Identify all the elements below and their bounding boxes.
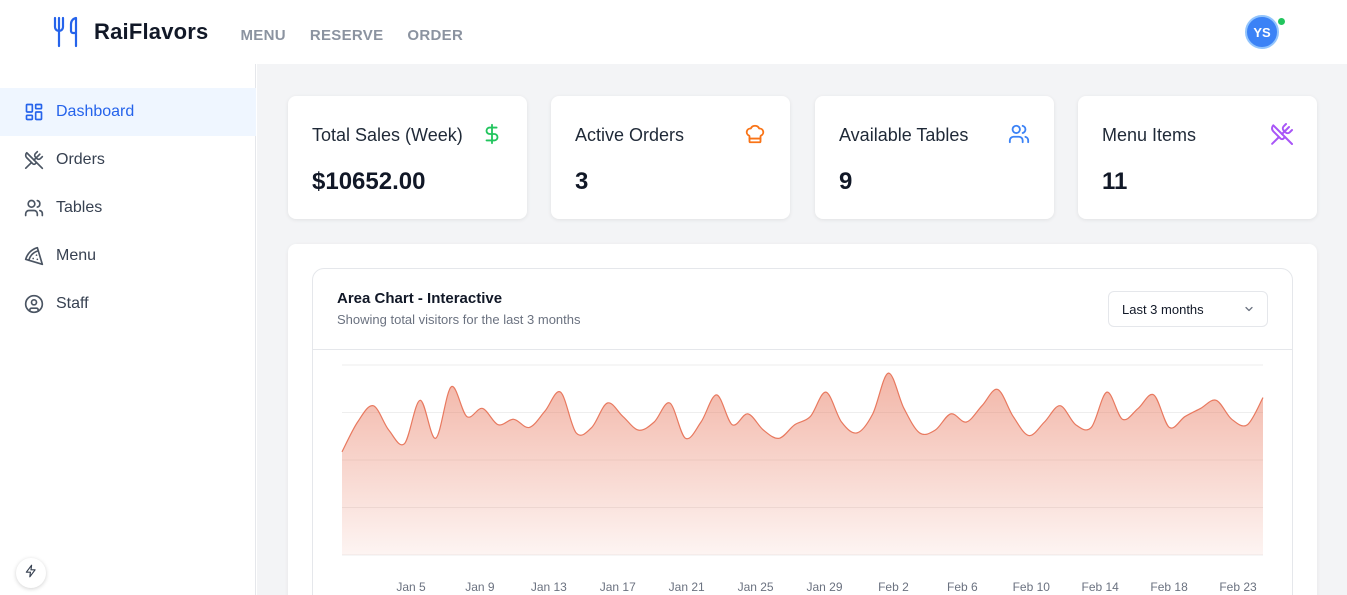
utensils-crossed-icon	[1270, 122, 1294, 146]
time-range-select[interactable]: Last 3 months	[1108, 291, 1268, 327]
chart-header: Area Chart - Interactive Showing total v…	[313, 269, 1292, 350]
sidebar-item-label: Tables	[56, 199, 103, 216]
top-nav: MENU RESERVE ORDER	[241, 21, 464, 44]
sidebar-item-tables[interactable]: Tables	[0, 184, 256, 232]
series-area	[342, 373, 1263, 555]
x-tick-label: Jan 9	[465, 580, 495, 594]
area-chart[interactable]: Jan 5 Jan 9 Jan 13 Jan 17 Jan 21 Jan 25 Jan 29…	[313, 351, 1292, 595]
stat-value: 9	[839, 168, 853, 195]
nav-order[interactable]: ORDER	[407, 27, 463, 44]
lightning-icon	[24, 563, 38, 584]
x-tick-label: Jan 17	[600, 580, 636, 594]
dollar-icon	[480, 122, 504, 146]
chart-panel: Area Chart - Interactive Showing total v…	[288, 244, 1317, 595]
x-tick-label: Feb 18	[1150, 580, 1188, 594]
stat-value: $10652.00	[312, 168, 426, 195]
x-tick-label: Feb 10	[1013, 580, 1051, 594]
brand-name: RaiFlavors	[94, 19, 209, 44]
chevron-down-icon	[1243, 303, 1255, 315]
chart-title: Area Chart - Interactive	[337, 290, 503, 307]
user-circle-icon	[24, 294, 44, 314]
x-tick-label: Feb 23	[1219, 580, 1257, 594]
dev-tools-button[interactable]	[16, 558, 46, 588]
sidebar: Dashboard Orders Tables Menu Staff	[0, 64, 256, 595]
stat-card-menu-items: Menu Items 11	[1078, 96, 1317, 219]
sidebar-item-label: Staff	[56, 295, 89, 312]
top-bar: RaiFlavors MENU RESERVE ORDER	[0, 0, 1347, 64]
area-chart-card: Area Chart - Interactive Showing total v…	[312, 268, 1293, 595]
sidebar-item-staff[interactable]: Staff	[0, 280, 256, 328]
nav-menu[interactable]: MENU	[241, 27, 286, 44]
chef-hat-icon	[743, 122, 767, 146]
x-tick-label: Feb 2	[878, 580, 909, 594]
pizza-icon	[24, 246, 44, 266]
dashboard-icon	[24, 102, 44, 122]
x-tick-label: Feb 14	[1081, 580, 1119, 594]
sidebar-item-label: Menu	[56, 247, 97, 264]
sidebar-item-label: Orders	[56, 151, 105, 168]
sidebar-item-dashboard[interactable]: Dashboard	[0, 88, 256, 136]
users-icon	[24, 198, 44, 218]
user-avatar[interactable]: YS	[1245, 15, 1279, 49]
stat-title: Active Orders	[575, 125, 685, 145]
users-icon	[1007, 122, 1031, 146]
online-status-dot	[1277, 17, 1286, 26]
sidebar-item-orders[interactable]: Orders	[0, 136, 256, 184]
nav-reserve[interactable]: RESERVE	[310, 27, 384, 44]
stat-title: Menu Items	[1102, 125, 1197, 145]
utensils-icon	[52, 16, 82, 48]
stat-card-total-sales: Total Sales (Week) $10652.00	[288, 96, 527, 219]
utensils-crossed-icon	[24, 150, 44, 170]
sidebar-item-label: Dashboard	[56, 103, 135, 120]
main-content: Total Sales (Week) $10652.00 Active Orde…	[257, 64, 1347, 595]
time-range-value: Last 3 months	[1122, 301, 1204, 317]
stat-value: 3	[575, 168, 589, 195]
x-tick-label: Jan 21	[669, 580, 705, 594]
x-tick-label: Jan 29	[806, 580, 842, 594]
stat-card-active-orders: Active Orders 3	[551, 96, 790, 219]
sidebar-item-menu[interactable]: Menu	[0, 232, 256, 280]
chart-subtitle: Showing total visitors for the last 3 mo…	[337, 312, 581, 327]
x-tick-label: Jan 5	[396, 580, 426, 594]
x-tick-label: Jan 25	[738, 580, 774, 594]
stat-title: Total Sales (Week)	[312, 125, 463, 145]
stat-title: Available Tables	[839, 125, 969, 145]
x-tick-label: Jan 13	[531, 580, 567, 594]
brand[interactable]: RaiFlavors	[52, 16, 209, 48]
x-tick-label: Feb 6	[947, 580, 978, 594]
stat-card-available-tables: Available Tables 9	[815, 96, 1054, 219]
stat-value: 11	[1102, 168, 1128, 195]
